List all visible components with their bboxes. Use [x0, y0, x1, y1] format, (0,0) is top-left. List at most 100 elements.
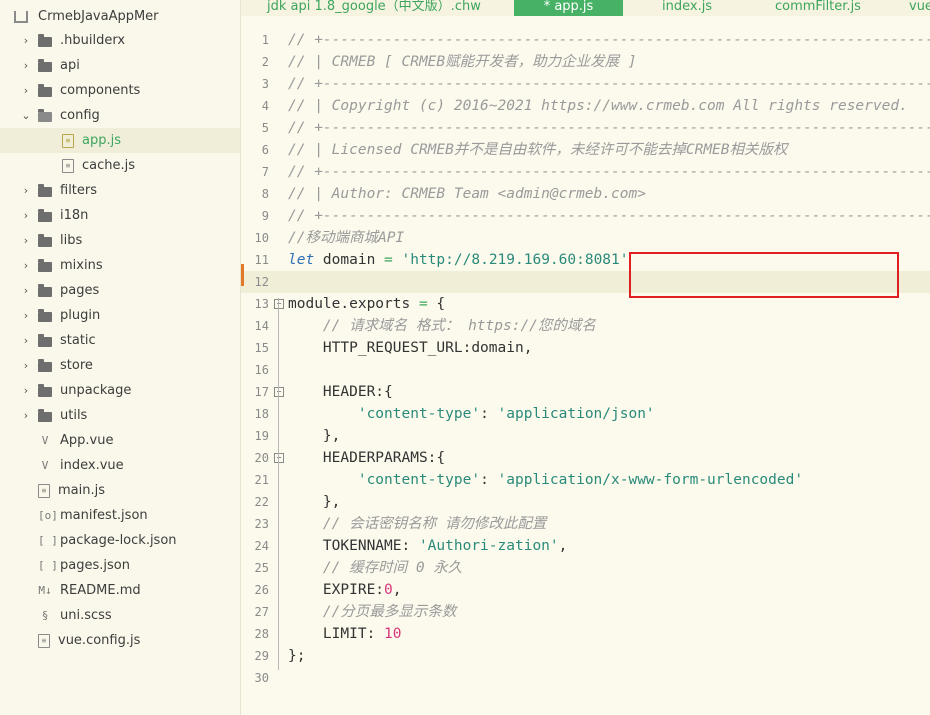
- sidebar-item-libs[interactable]: › libs: [0, 228, 240, 253]
- code-line[interactable]: 21 'content-type': 'application/x-www-fo…: [241, 469, 930, 491]
- chevron-right-icon[interactable]: ›: [20, 259, 32, 272]
- fold-toggle-icon[interactable]: −: [274, 299, 284, 309]
- sidebar-item-label: store: [60, 358, 93, 373]
- code-line[interactable]: 14 // 请求域名 格式： https://您的域名: [241, 315, 930, 337]
- sidebar-item-i18n[interactable]: › i18n: [0, 203, 240, 228]
- code-line[interactable]: 7 // +-----------------------------------…: [241, 161, 930, 183]
- sidebar-item-hbuilderx[interactable]: › .hbuilderx: [0, 28, 240, 53]
- code-line[interactable]: 27 //分页最多显示条数: [241, 601, 930, 623]
- sidebar-item-main-js[interactable]: ≡ main.js: [0, 478, 240, 503]
- code-line[interactable]: 19 },: [241, 425, 930, 447]
- code-token: // +------------------------------------…: [288, 164, 930, 180]
- chevron-right-icon[interactable]: ›: [20, 59, 32, 72]
- sidebar-item-app-js[interactable]: ≡ app.js: [0, 128, 240, 153]
- code-editor[interactable]: 1 // +-----------------------------------…: [241, 16, 930, 715]
- code-line[interactable]: 29};: [241, 645, 930, 667]
- sidebar-item-package-lock-json[interactable]: [ ] package-lock.json: [0, 528, 240, 553]
- code-token: :: [480, 472, 498, 488]
- code-token: module.exports: [288, 296, 419, 312]
- line-number: 16: [254, 363, 269, 377]
- code-line[interactable]: 4 // | Copyright (c) 2016~2021 https://ww…: [241, 95, 930, 117]
- chevron-right-icon[interactable]: ›: [20, 359, 32, 372]
- sidebar-item-cache-js[interactable]: ≡ cache.js: [0, 153, 240, 178]
- code-token: LIMIT:: [288, 626, 385, 642]
- sidebar-item-utils[interactable]: › utils: [0, 403, 240, 428]
- sidebar-item-label: app.js: [82, 133, 121, 148]
- code-line[interactable]: 23 // 会话密钥名称 请勿修改此配置: [241, 513, 930, 535]
- folder-icon: [38, 59, 52, 72]
- code-token: 'http://8.219.169.60:8081': [401, 252, 629, 268]
- sidebar-item-uni-scss[interactable]: § uni.scss: [0, 603, 240, 628]
- chevron-right-icon[interactable]: ›: [20, 234, 32, 247]
- line-number: 1: [261, 33, 269, 47]
- chevron-right-icon[interactable]: ›: [20, 384, 32, 397]
- sidebar-item-unpackage[interactable]: › unpackage: [0, 378, 240, 403]
- sidebar-item-label: main.js: [58, 483, 105, 498]
- sidebar-item-pages[interactable]: › pages: [0, 278, 240, 303]
- project-root[interactable]: CrmebJavaAppMer: [0, 4, 240, 29]
- code-line[interactable]: 17− HEADER:{: [241, 381, 930, 403]
- code-line[interactable]: 9 // +-----------------------------------…: [241, 205, 930, 227]
- sidebar-item-app-vue[interactable]: V App.vue: [0, 428, 240, 453]
- sidebar-item-readme-md[interactable]: M↓ README.md: [0, 578, 240, 603]
- chevron-right-icon[interactable]: ›: [20, 184, 32, 197]
- sidebar-item-filters[interactable]: › filters: [0, 178, 240, 203]
- sidebar-item-plugin[interactable]: › plugin: [0, 303, 240, 328]
- code-text: HTTP_REQUEST_URL:domain,: [288, 337, 533, 359]
- code-line[interactable]: 5 // +-----------------------------------…: [241, 117, 930, 139]
- chevron-right-icon[interactable]: ›: [20, 309, 32, 322]
- tab-index-js[interactable]: index.js: [662, 0, 712, 16]
- line-number: 18: [254, 407, 269, 421]
- code-line[interactable]: 28 LIMIT: 10: [241, 623, 930, 645]
- chevron-right-icon[interactable]: ›: [20, 84, 32, 97]
- code-line[interactable]: 30: [241, 667, 930, 689]
- tab-jdk-api-1-8-google-chw[interactable]: jdk api 1.8_google（中文版）.chw: [267, 0, 481, 16]
- chevron-down-icon[interactable]: ⌄: [20, 109, 32, 122]
- code-line[interactable]: 1 // +-----------------------------------…: [241, 29, 930, 51]
- chevron-right-icon[interactable]: ›: [20, 284, 32, 297]
- tab-vue[interactable]: vue: [909, 0, 930, 16]
- sidebar-item-api[interactable]: › api: [0, 53, 240, 78]
- code-line[interactable]: 2 // | CRMEB [ CRMEB赋能开发者，助力企业发展 ]: [241, 51, 930, 73]
- fold-toggle-icon[interactable]: −: [274, 453, 284, 463]
- sidebar-item-mixins[interactable]: › mixins: [0, 253, 240, 278]
- sidebar-item-static[interactable]: › static: [0, 328, 240, 353]
- code-line[interactable]: 10 //移动端商城API: [241, 227, 930, 249]
- code-text: },: [288, 425, 340, 447]
- code-line[interactable]: 25 // 缓存时间 0 永久: [241, 557, 930, 579]
- code-text: //移动端商城API: [288, 227, 404, 249]
- sidebar-item-label: pages.json: [60, 558, 130, 573]
- sidebar-item-store[interactable]: › store: [0, 353, 240, 378]
- sidebar-item-vue-config-js[interactable]: ≡ vue.config.js: [0, 628, 240, 653]
- sidebar-item-manifest-json[interactable]: [o] manifest.json: [0, 503, 240, 528]
- code-line[interactable]: 16: [241, 359, 930, 381]
- sidebar-item-components[interactable]: › components: [0, 78, 240, 103]
- code-line[interactable]: 24 TOKENNAME: 'Authori-zation',: [241, 535, 930, 557]
- code-line[interactable]: 8 // | Author: CRMEB Team <admin@crmeb.co…: [241, 183, 930, 205]
- line-number: 22: [254, 495, 269, 509]
- sidebar-item-config[interactable]: ⌄ config: [0, 103, 240, 128]
- code-text: // 请求域名 格式： https://您的域名: [288, 315, 596, 337]
- chevron-right-icon[interactable]: ›: [20, 34, 32, 47]
- code-token: // | Licensed CRMEB并不是自由软件，未经许可不能去掉CRMEB…: [288, 142, 788, 158]
- tab-app-js[interactable]: * app.js: [514, 0, 623, 16]
- sidebar-item-label: cache.js: [82, 158, 136, 173]
- chevron-right-icon[interactable]: ›: [20, 209, 32, 222]
- code-line[interactable]: 3 // +-----------------------------------…: [241, 73, 930, 95]
- fold-toggle-icon[interactable]: −: [274, 387, 284, 397]
- chevron-right-icon[interactable]: ›: [20, 334, 32, 347]
- code-line[interactable]: 15 HTTP_REQUEST_URL:domain,: [241, 337, 930, 359]
- chevron-right-icon[interactable]: ›: [20, 409, 32, 422]
- code-line[interactable]: 18 'content-type': 'application/json': [241, 403, 930, 425]
- code-line[interactable]: 22 },: [241, 491, 930, 513]
- code-line[interactable]: 20− HEADERPARAMS:{: [241, 447, 930, 469]
- sidebar-item-pages-json[interactable]: [ ] pages.json: [0, 553, 240, 578]
- code-token: let: [288, 252, 315, 268]
- tab-commfilter-js[interactable]: commFilter.js: [775, 0, 861, 16]
- code-line[interactable]: 6 // | Licensed CRMEB并不是自由软件，未经许可不能去掉CRME…: [241, 139, 930, 161]
- code-line[interactable]: 26 EXPIRE:0,: [241, 579, 930, 601]
- sidebar-item-index-vue[interactable]: Vindex.vue: [0, 453, 240, 478]
